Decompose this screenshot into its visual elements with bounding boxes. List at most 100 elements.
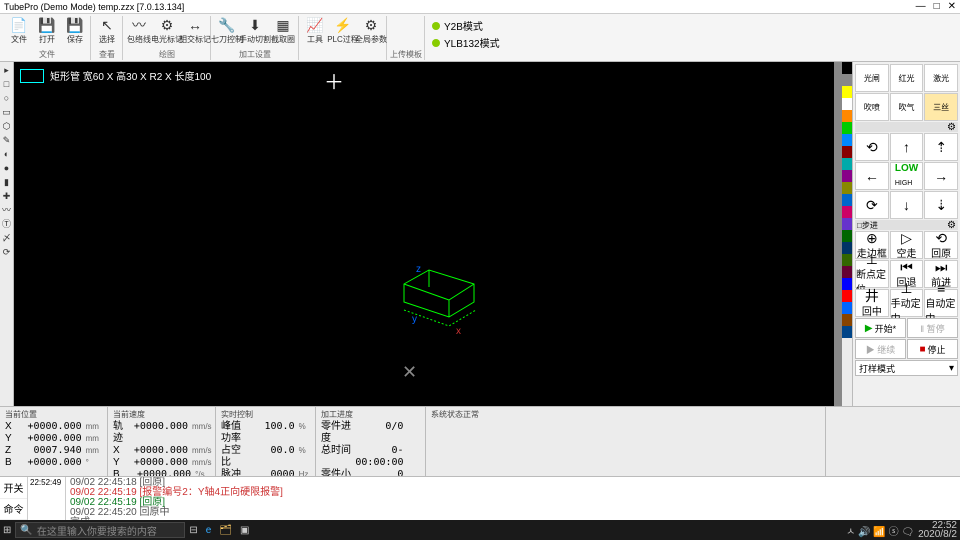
stop-button[interactable]: ■停止 — [907, 339, 958, 359]
layer-color[interactable] — [842, 266, 852, 278]
panel-btn[interactable]: ⊥手动定中 — [890, 289, 924, 317]
svg-text:y: y — [412, 314, 417, 325]
start-button[interactable]: ▶开始* — [855, 318, 906, 338]
task-view-icon[interactable]: ⊟ — [189, 525, 197, 536]
draw-tool-11[interactable]: Ⓣ — [1, 219, 12, 230]
select-button[interactable]: ↖选择 — [94, 16, 120, 45]
panel-btn[interactable]: ≡自动定中 — [924, 289, 958, 317]
plc-button[interactable]: ⚡PLC过程 — [330, 16, 356, 45]
draw-tool-6[interactable]: ◐ — [1, 149, 12, 160]
layer-color[interactable] — [842, 134, 852, 146]
layer-color[interactable] — [842, 182, 852, 194]
layer-color[interactable] — [842, 254, 852, 266]
panel-btn[interactable]: ↑ — [890, 133, 924, 161]
origin-mark: ✕ — [402, 362, 417, 383]
layer-color[interactable] — [842, 206, 852, 218]
layer-color[interactable] — [842, 86, 852, 98]
draw-tool-13[interactable]: ⟳ — [1, 247, 12, 258]
layer-color[interactable] — [842, 278, 852, 290]
panel-btn[interactable]: ⇡ — [924, 133, 958, 161]
draw-tool-10[interactable]: 〰 — [1, 205, 12, 216]
object-thumb — [20, 69, 44, 83]
svg-text:z: z — [416, 264, 421, 275]
layer-color[interactable] — [842, 302, 852, 314]
save-button[interactable]: 💾保存 — [62, 16, 88, 45]
layer-color[interactable] — [842, 122, 852, 134]
draw-tool-2[interactable]: ○ — [1, 93, 12, 104]
layer-color[interactable] — [842, 218, 852, 230]
draw-tool-9[interactable]: ✚ — [1, 191, 12, 202]
draw-tool-1[interactable]: □ — [1, 79, 12, 90]
panel-btn[interactable]: 红光 — [890, 64, 924, 92]
panel-btn[interactable]: ⟳ — [855, 191, 889, 219]
mode-toggle[interactable]: Y2B模式 — [432, 18, 500, 33]
edge-icon[interactable]: e — [206, 525, 212, 536]
layer-color[interactable] — [842, 230, 852, 242]
panel-btn[interactable]: ⟲回原 — [924, 231, 958, 259]
panel-btn[interactable]: 吹喷 — [855, 93, 889, 121]
panel-btn[interactable]: ⟲ — [855, 133, 889, 161]
maximize-button[interactable]: □ — [934, 1, 940, 12]
layer-color[interactable] — [842, 170, 852, 182]
log-output: 09/02 22:45:18 [回原]09/02 22:45:19 [报警编号2… — [66, 477, 960, 520]
panel-btn[interactable]: ← — [855, 162, 889, 190]
cut-control-button[interactable]: 🔧七刀控制 — [214, 16, 240, 45]
global-params-button[interactable]: ⚙全局参数 — [358, 16, 384, 45]
panel-btn[interactable]: ▷空走 — [890, 231, 924, 259]
draw-tool-0[interactable]: ▸ — [1, 65, 12, 76]
layer-color[interactable] — [842, 98, 852, 110]
layer-color[interactable] — [842, 242, 852, 254]
tools-button[interactable]: 📈工具 — [302, 16, 328, 45]
panel-btn[interactable]: 吹气 — [890, 93, 924, 121]
layer-color[interactable] — [842, 110, 852, 122]
layer-color[interactable] — [842, 290, 852, 302]
laser-mark-button[interactable]: ⚙电光标记 — [154, 16, 180, 45]
start-button[interactable]: ⊞ — [3, 525, 11, 536]
viewport-scrollbar[interactable] — [834, 62, 842, 406]
draw-tool-7[interactable]: ● — [1, 163, 12, 174]
explorer-icon[interactable]: 🗂 — [219, 525, 232, 536]
mode-toggle[interactable]: YLB132模式 — [432, 35, 500, 50]
layer-color[interactable] — [842, 62, 852, 74]
draw-tool-8[interactable]: ▮ — [1, 177, 12, 188]
layer-color[interactable] — [842, 146, 852, 158]
intersect-button[interactable]: ↔相交标记 — [182, 16, 208, 45]
draw-tool-4[interactable]: ⬡ — [1, 121, 12, 132]
log-tab-cmd[interactable]: 命令 — [0, 499, 27, 521]
taskbar-search[interactable]: 🔍 在这里输入你要搜索的内容 — [15, 522, 185, 538]
panel-btn[interactable]: 井回中 — [855, 289, 889, 317]
viewport[interactable]: 矩形管 宽60 X 高30 X R2 X 长度100 ＋ y x z ✕ — [14, 62, 842, 406]
close-button[interactable]: ✕ — [948, 1, 956, 12]
layer-color[interactable] — [842, 74, 852, 86]
panel-btn[interactable]: ⇣ — [924, 191, 958, 219]
file-button[interactable]: 📄文件 — [6, 16, 32, 45]
draw-tool-3[interactable]: ▭ — [1, 107, 12, 118]
draw-tool-12[interactable]: 〆 — [1, 233, 12, 244]
pause-button[interactable]: ‖ 暂停 — [907, 318, 958, 338]
panel-btn[interactable]: 光闸 — [855, 64, 889, 92]
layer-color[interactable] — [842, 158, 852, 170]
svg-text:x: x — [456, 326, 461, 337]
tray-icons[interactable]: ㅅ 🔊 📶 ⓢ 🗨 — [846, 523, 914, 538]
panel-btn[interactable]: 激光 — [924, 64, 958, 92]
open-button[interactable]: 💾打开 — [34, 16, 60, 45]
panel-btn[interactable]: → — [924, 162, 958, 190]
panel-btn[interactable]: LOWHIGH — [890, 162, 924, 190]
layer-color[interactable] — [842, 314, 852, 326]
envelope-button[interactable]: 〰包络线 — [126, 16, 152, 45]
draw-tool-5[interactable]: ✎ — [1, 135, 12, 146]
minimize-button[interactable]: — — [916, 1, 926, 12]
continue-button[interactable]: ▶ 继续 — [855, 339, 906, 359]
taskbar-clock[interactable]: 22:522020/8/2 — [918, 521, 957, 539]
app-icon[interactable]: ▣ — [240, 525, 249, 536]
panel-btn[interactable]: ↓ — [890, 191, 924, 219]
manual-cut-button[interactable]: ⬇手动切割 — [242, 16, 268, 45]
log-tab-switch[interactable]: 开关 — [0, 477, 27, 499]
panel-btn[interactable]: ⊥断点定位 — [855, 260, 889, 288]
layer-color[interactable] — [842, 194, 852, 206]
layer-color[interactable] — [842, 326, 852, 338]
capture-button[interactable]: ▦截取圈 — [270, 16, 296, 45]
tube-3d-shape: y x z — [394, 262, 494, 352]
panel-btn[interactable]: 三丝 — [924, 93, 958, 121]
mode-dropdown[interactable]: 打样模式▾ — [855, 360, 958, 376]
